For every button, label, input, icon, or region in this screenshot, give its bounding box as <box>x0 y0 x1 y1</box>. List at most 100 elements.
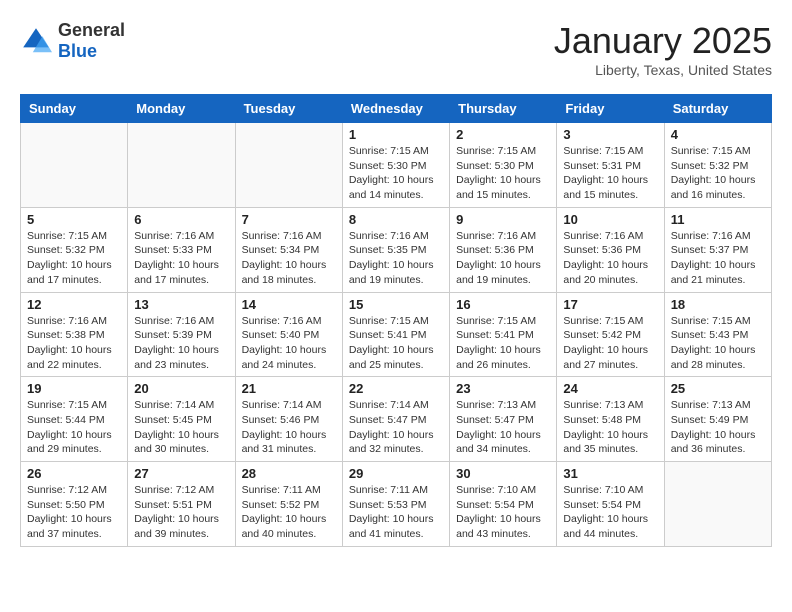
day-info: Sunrise: 7:15 AMSunset: 5:32 PMDaylight:… <box>27 229 121 288</box>
calendar-cell: 14 Sunrise: 7:16 AMSunset: 5:40 PMDayligh… <box>235 292 342 377</box>
day-number: 14 <box>242 297 336 312</box>
logo-icon <box>20 25 52 57</box>
calendar-cell: 18Sunrise: 7:15 AMSunset: 5:43 PMDayligh… <box>664 292 771 377</box>
day-number: 2 <box>456 127 550 142</box>
day-number: 3 <box>563 127 657 142</box>
day-number: 17 <box>563 297 657 312</box>
day-number: 31 <box>563 466 657 481</box>
day-info: Sunrise: 7:15 AMSunset: 5:31 PMDaylight:… <box>563 144 657 203</box>
day-info: Sunrise: 7:15 AMSunset: 5:41 PMDaylight:… <box>456 314 550 373</box>
calendar-cell: 3 Sunrise: 7:15 AMSunset: 5:31 PMDaylight… <box>557 123 664 208</box>
day-number: 5 <box>27 212 121 227</box>
week-row-2: 5 Sunrise: 7:15 AMSunset: 5:32 PMDaylight… <box>21 207 772 292</box>
calendar-cell: 13 Sunrise: 7:16 AMSunset: 5:39 PMDayligh… <box>128 292 235 377</box>
weekday-header-tuesday: Tuesday <box>235 95 342 123</box>
day-number: 13 <box>134 297 228 312</box>
calendar-cell: 20 Sunrise: 7:14 AMSunset: 5:45 PMDayligh… <box>128 377 235 462</box>
calendar-cell <box>235 123 342 208</box>
calendar-cell: 10 Sunrise: 7:16 AMSunset: 5:36 PMDayligh… <box>557 207 664 292</box>
day-info: Sunrise: 7:15 AMSunset: 5:30 PMDaylight:… <box>349 144 443 203</box>
day-info: Sunrise: 7:15 AMSunset: 5:32 PMDaylight:… <box>671 144 765 203</box>
day-info: Sunrise: 7:13 AMSunset: 5:49 PMDaylight:… <box>671 398 765 457</box>
calendar-table: SundayMondayTuesdayWednesdayThursdayFrid… <box>20 94 772 547</box>
calendar-cell: 12Sunrise: 7:16 AMSunset: 5:38 PMDayligh… <box>21 292 128 377</box>
day-number: 29 <box>349 466 443 481</box>
weekday-header-row: SundayMondayTuesdayWednesdayThursdayFrid… <box>21 95 772 123</box>
day-info: Sunrise: 7:12 AMSunset: 5:51 PMDaylight:… <box>134 483 228 542</box>
day-number: 23 <box>456 381 550 396</box>
weekday-header-sunday: Sunday <box>21 95 128 123</box>
day-info: Sunrise: 7:16 AMSunset: 5:38 PMDaylight:… <box>27 314 121 373</box>
day-number: 16 <box>456 297 550 312</box>
day-info: Sunrise: 7:16 AMSunset: 5:40 PMDaylight:… <box>242 314 336 373</box>
day-info: Sunrise: 7:13 AMSunset: 5:48 PMDaylight:… <box>563 398 657 457</box>
day-info: Sunrise: 7:13 AMSunset: 5:47 PMDaylight:… <box>456 398 550 457</box>
calendar-cell <box>21 123 128 208</box>
calendar-cell: 24 Sunrise: 7:13 AMSunset: 5:48 PMDayligh… <box>557 377 664 462</box>
day-number: 4 <box>671 127 765 142</box>
day-number: 7 <box>242 212 336 227</box>
calendar-cell: 22Sunrise: 7:14 AMSunset: 5:47 PMDayligh… <box>342 377 449 462</box>
page-header: General Blue January 2025 Liberty, Texas… <box>20 20 772 78</box>
day-number: 10 <box>563 212 657 227</box>
day-info: Sunrise: 7:14 AMSunset: 5:47 PMDaylight:… <box>349 398 443 457</box>
day-info: Sunrise: 7:16 AMSunset: 5:35 PMDaylight:… <box>349 229 443 288</box>
day-info: Sunrise: 7:16 AMSunset: 5:37 PMDaylight:… <box>671 229 765 288</box>
day-number: 25 <box>671 381 765 396</box>
calendar-cell: 9 Sunrise: 7:16 AMSunset: 5:36 PMDaylight… <box>450 207 557 292</box>
calendar-cell: 23 Sunrise: 7:13 AMSunset: 5:47 PMDayligh… <box>450 377 557 462</box>
logo-blue: Blue <box>58 41 97 61</box>
day-info: Sunrise: 7:11 AMSunset: 5:52 PMDaylight:… <box>242 483 336 542</box>
day-info: Sunrise: 7:14 AMSunset: 5:46 PMDaylight:… <box>242 398 336 457</box>
calendar-cell: 7Sunrise: 7:16 AMSunset: 5:34 PMDaylight… <box>235 207 342 292</box>
day-number: 20 <box>134 381 228 396</box>
weekday-header-friday: Friday <box>557 95 664 123</box>
calendar-cell: 2Sunrise: 7:15 AMSunset: 5:30 PMDaylight… <box>450 123 557 208</box>
day-number: 1 <box>349 127 443 142</box>
day-info: Sunrise: 7:10 AMSunset: 5:54 PMDaylight:… <box>563 483 657 542</box>
calendar-cell <box>664 462 771 547</box>
day-info: Sunrise: 7:10 AMSunset: 5:54 PMDaylight:… <box>456 483 550 542</box>
calendar-cell: 29 Sunrise: 7:11 AMSunset: 5:53 PMDayligh… <box>342 462 449 547</box>
calendar-cell: 28Sunrise: 7:11 AMSunset: 5:52 PMDayligh… <box>235 462 342 547</box>
weekday-header-thursday: Thursday <box>450 95 557 123</box>
day-number: 15 <box>349 297 443 312</box>
week-row-3: 12Sunrise: 7:16 AMSunset: 5:38 PMDayligh… <box>21 292 772 377</box>
day-number: 30 <box>456 466 550 481</box>
weekday-header-saturday: Saturday <box>664 95 771 123</box>
calendar-cell: 26 Sunrise: 7:12 AMSunset: 5:50 PMDayligh… <box>21 462 128 547</box>
day-info: Sunrise: 7:16 AMSunset: 5:33 PMDaylight:… <box>134 229 228 288</box>
weekday-header-monday: Monday <box>128 95 235 123</box>
calendar-cell: 27 Sunrise: 7:12 AMSunset: 5:51 PMDayligh… <box>128 462 235 547</box>
calendar-cell: 6Sunrise: 7:16 AMSunset: 5:33 PMDaylight… <box>128 207 235 292</box>
day-number: 19 <box>27 381 121 396</box>
day-info: Sunrise: 7:11 AMSunset: 5:53 PMDaylight:… <box>349 483 443 542</box>
day-info: Sunrise: 7:16 AMSunset: 5:36 PMDaylight:… <box>563 229 657 288</box>
calendar-cell: 31 Sunrise: 7:10 AMSunset: 5:54 PMDayligh… <box>557 462 664 547</box>
month-title: January 2025 <box>554 20 772 62</box>
calendar-cell: 17 Sunrise: 7:15 AMSunset: 5:42 PMDayligh… <box>557 292 664 377</box>
day-info: Sunrise: 7:15 AMSunset: 5:42 PMDaylight:… <box>563 314 657 373</box>
day-info: Sunrise: 7:15 AMSunset: 5:41 PMDaylight:… <box>349 314 443 373</box>
day-info: Sunrise: 7:14 AMSunset: 5:45 PMDaylight:… <box>134 398 228 457</box>
logo-text: General Blue <box>58 20 125 62</box>
calendar-cell: 25 Sunrise: 7:13 AMSunset: 5:49 PMDayligh… <box>664 377 771 462</box>
day-number: 26 <box>27 466 121 481</box>
calendar-cell: 19 Sunrise: 7:15 AMSunset: 5:44 PMDayligh… <box>21 377 128 462</box>
day-number: 27 <box>134 466 228 481</box>
calendar-cell: 1 Sunrise: 7:15 AMSunset: 5:30 PMDaylight… <box>342 123 449 208</box>
day-number: 9 <box>456 212 550 227</box>
day-info: Sunrise: 7:16 AMSunset: 5:39 PMDaylight:… <box>134 314 228 373</box>
day-info: Sunrise: 7:12 AMSunset: 5:50 PMDaylight:… <box>27 483 121 542</box>
day-info: Sunrise: 7:15 AMSunset: 5:44 PMDaylight:… <box>27 398 121 457</box>
week-row-5: 26 Sunrise: 7:12 AMSunset: 5:50 PMDayligh… <box>21 462 772 547</box>
calendar-cell: 8Sunrise: 7:16 AMSunset: 5:35 PMDaylight… <box>342 207 449 292</box>
calendar-cell: 15 Sunrise: 7:15 AMSunset: 5:41 PMDayligh… <box>342 292 449 377</box>
calendar-cell: 21Sunrise: 7:14 AMSunset: 5:46 PMDayligh… <box>235 377 342 462</box>
week-row-1: 1 Sunrise: 7:15 AMSunset: 5:30 PMDaylight… <box>21 123 772 208</box>
day-number: 24 <box>563 381 657 396</box>
day-info: Sunrise: 7:16 AMSunset: 5:36 PMDaylight:… <box>456 229 550 288</box>
calendar-cell: 16 Sunrise: 7:15 AMSunset: 5:41 PMDayligh… <box>450 292 557 377</box>
logo: General Blue <box>20 20 125 62</box>
title-block: January 2025 Liberty, Texas, United Stat… <box>554 20 772 78</box>
